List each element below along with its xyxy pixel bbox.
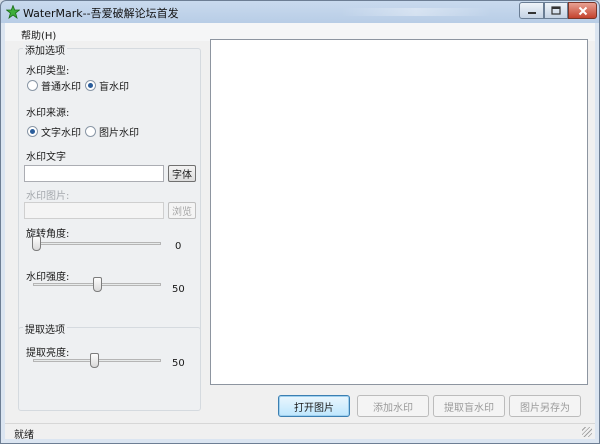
minimize-icon (527, 11, 536, 14)
font-button[interactable]: 字体 (168, 165, 196, 182)
watermark-source-label: 水印来源: (26, 108, 70, 119)
add-options-title: 添加选项 (23, 42, 67, 57)
radio-blind-label: 盲水印 (99, 82, 129, 93)
rotation-value: 0 (175, 241, 182, 252)
radio-normal-watermark[interactable]: 普通水印 (27, 78, 81, 93)
radio-image-watermark[interactable]: 图片水印 (85, 124, 139, 139)
image-preview-canvas[interactable] (210, 39, 588, 385)
radio-text-label: 文字水印 (41, 128, 81, 139)
add-options-group: 添加选项 水印类型: 普通水印 盲水印 水印来源: 文字水印 图片水印 水印文字… (18, 42, 201, 334)
radio-text-watermark[interactable]: 文字水印 (27, 124, 81, 139)
radio-normal-label: 普通水印 (41, 82, 81, 93)
watermark-text-input[interactable] (24, 165, 164, 182)
title-glow (341, 8, 491, 16)
status-bar: 就绪 (5, 423, 595, 441)
brightness-label: 提取亮度: (26, 348, 70, 359)
strength-label: 水印强度: (26, 272, 70, 283)
minimize-button[interactable] (519, 2, 544, 19)
extract-options-title: 提取选项 (23, 321, 67, 336)
brightness-value: 50 (172, 358, 185, 369)
watermark-text-label: 水印文字 (26, 152, 66, 163)
radio-text-dot (27, 126, 38, 137)
extract-blind-watermark-button[interactable]: 提取盲水印 (433, 395, 505, 417)
browse-button[interactable]: 浏览 (168, 202, 196, 219)
menu-help[interactable]: 帮助(H) (21, 27, 56, 42)
close-button[interactable] (568, 2, 597, 19)
watermark-image-input[interactable] (24, 202, 164, 219)
maximize-icon (551, 6, 561, 15)
watermark-type-label: 水印类型: (26, 66, 70, 77)
strength-thumb[interactable] (93, 277, 102, 292)
watermark-image-label: 水印图片: (26, 191, 70, 202)
radio-image-label: 图片水印 (99, 128, 139, 139)
add-watermark-button[interactable]: 添加水印 (357, 395, 429, 417)
rotation-thumb[interactable] (32, 236, 41, 251)
open-image-button[interactable]: 打开图片 (278, 395, 350, 417)
save-image-as-button[interactable]: 图片另存为 (509, 395, 581, 417)
window-title: WaterMark--吾爱破解论坛首发 (23, 7, 179, 20)
star-app-icon (6, 5, 20, 19)
close-icon (578, 6, 587, 15)
radio-blind-dot (85, 80, 96, 91)
radio-blind-watermark[interactable]: 盲水印 (85, 78, 129, 93)
title-bar[interactable]: WaterMark--吾爱破解论坛首发 (1, 1, 599, 23)
radio-normal-dot (27, 80, 38, 91)
resize-grip-icon[interactable] (582, 427, 592, 437)
client-area: 帮助(H) 添加选项 水印类型: 普通水印 盲水印 水印来源: 文字水印 图片水… (5, 23, 595, 441)
strength-value: 50 (172, 284, 185, 295)
extract-options-group: 提取选项 提取亮度: 50 (18, 321, 201, 411)
radio-image-dot (85, 126, 96, 137)
rotation-track[interactable] (33, 242, 161, 245)
app-window: WaterMark--吾爱破解论坛首发 帮助(H) 添加选项 水印类型: 普通水… (0, 0, 600, 444)
maximize-button[interactable] (544, 2, 568, 19)
brightness-thumb[interactable] (90, 353, 99, 368)
status-text: 就绪 (14, 430, 34, 441)
